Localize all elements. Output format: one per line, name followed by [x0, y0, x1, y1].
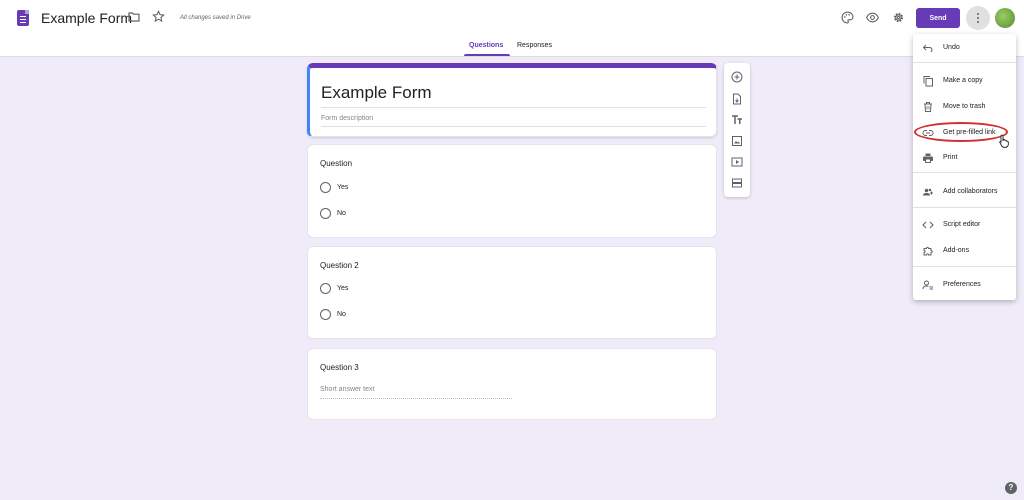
- menu-divider: [913, 266, 1016, 267]
- code-icon: [922, 221, 934, 229]
- menu-item-label: Make a copy: [943, 77, 983, 84]
- add-section-icon[interactable]: [731, 177, 743, 189]
- menu-divider: [913, 62, 1016, 63]
- menu-item-label: Print: [943, 154, 958, 161]
- menu-item-make-copy[interactable]: Make a copy: [913, 70, 1016, 92]
- hand-cursor-icon: [999, 134, 1009, 148]
- radio-button[interactable]: [320, 309, 331, 320]
- radio-button[interactable]: [320, 182, 331, 193]
- question-card[interactable]: Question Yes No: [307, 144, 717, 238]
- help-icon[interactable]: ?: [1005, 482, 1017, 494]
- menu-item-preferences[interactable]: Preferences: [913, 274, 1016, 296]
- forms-logo-icon[interactable]: [17, 10, 29, 26]
- question-title: Question 2: [320, 261, 359, 270]
- folder-icon[interactable]: [128, 12, 140, 22]
- add-title-icon[interactable]: [731, 114, 743, 126]
- add-question-icon[interactable]: [731, 71, 743, 83]
- trash-icon: [924, 102, 932, 112]
- radio-button[interactable]: [320, 208, 331, 219]
- more-options-menu: Undo Make a copy Move to trash Get pre-f…: [913, 34, 1016, 300]
- eye-icon[interactable]: [866, 11, 879, 24]
- more-vert-icon[interactable]: [966, 6, 990, 30]
- avatar[interactable]: [995, 8, 1015, 28]
- form-title-card[interactable]: Example Form Form description: [307, 63, 717, 137]
- menu-divider: [913, 172, 1016, 173]
- question-card[interactable]: Question 2 Yes No: [307, 246, 717, 339]
- menu-item-script-editor[interactable]: Script editor: [913, 214, 1016, 236]
- puzzle-icon: [923, 246, 933, 256]
- question-title: Question: [320, 159, 353, 168]
- menu-item-label: Script editor: [943, 221, 981, 228]
- question-card[interactable]: Question 3 Short answer text: [307, 348, 717, 420]
- tab-questions[interactable]: Questions: [469, 42, 503, 49]
- save-status: All changes saved in Drive: [180, 15, 251, 21]
- menu-divider: [913, 207, 1016, 208]
- add-video-icon[interactable]: [731, 156, 743, 168]
- copy-icon: [923, 76, 933, 87]
- document-title[interactable]: Example Form: [41, 10, 132, 26]
- menu-item-label: Add collaborators: [943, 188, 998, 195]
- palette-icon[interactable]: [841, 11, 854, 24]
- menu-item-label: Preferences: [943, 281, 981, 288]
- app-header: Example Form All changes saved in Drive …: [0, 0, 1024, 57]
- import-questions-icon[interactable]: [731, 93, 743, 105]
- highlight-annotation: [914, 122, 1008, 142]
- menu-item-add-collaborators[interactable]: Add collaborators: [913, 181, 1016, 203]
- divider: [321, 126, 706, 127]
- preferences-icon: [922, 280, 933, 290]
- option-label: Yes: [337, 285, 349, 292]
- tab-responses[interactable]: Responses: [517, 42, 552, 49]
- print-icon: [923, 153, 933, 163]
- floating-toolbar: [724, 63, 750, 197]
- form-title[interactable]: Example Form: [321, 83, 432, 103]
- menu-item-trash[interactable]: Move to trash: [913, 96, 1016, 118]
- menu-item-addons[interactable]: Add-ons: [913, 240, 1016, 262]
- short-answer-underline: [320, 398, 512, 399]
- menu-item-label: Add-ons: [943, 247, 970, 254]
- form-description-field[interactable]: Form description: [321, 115, 373, 122]
- send-button[interactable]: Send: [916, 8, 960, 28]
- menu-item-undo[interactable]: Undo: [913, 37, 1016, 59]
- divider: [321, 107, 706, 108]
- menu-item-label: Move to trash: [943, 103, 986, 110]
- collaborators-icon: [923, 188, 933, 196]
- undo-icon: [922, 44, 933, 53]
- radio-button[interactable]: [320, 283, 331, 294]
- short-answer-field[interactable]: Short answer text: [320, 386, 374, 393]
- option-label: No: [337, 210, 346, 217]
- option-label: No: [337, 311, 346, 318]
- question-title: Question 3: [320, 363, 359, 372]
- menu-item-label: Undo: [943, 44, 960, 51]
- active-tab-indicator: [464, 54, 510, 56]
- option-label: Yes: [337, 184, 349, 191]
- add-image-icon[interactable]: [731, 135, 743, 147]
- gear-icon[interactable]: [892, 11, 905, 24]
- star-icon[interactable]: [152, 10, 165, 23]
- menu-item-print[interactable]: Print: [913, 147, 1016, 169]
